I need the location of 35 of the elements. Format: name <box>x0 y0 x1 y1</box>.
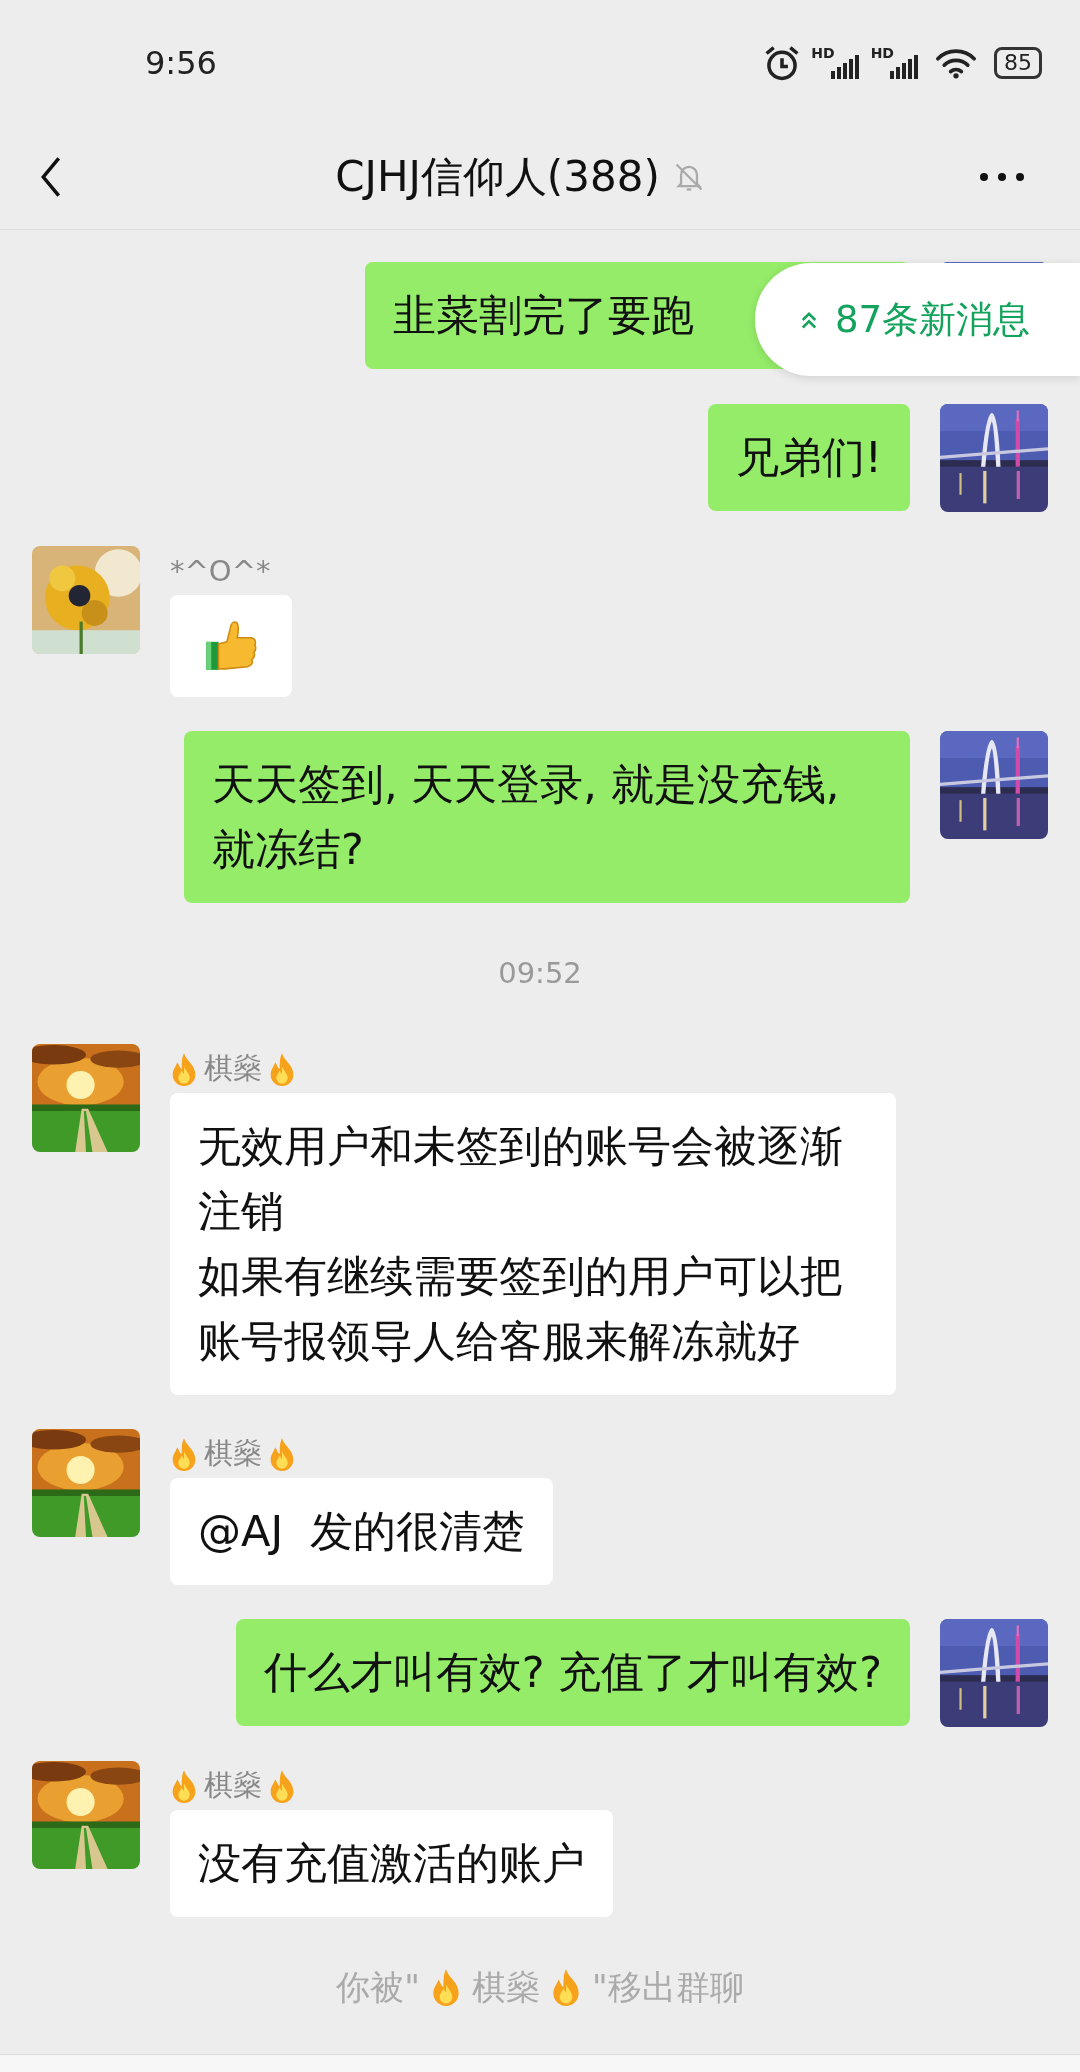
flame-icon <box>430 1968 462 2006</box>
flame-icon <box>268 1768 296 1803</box>
sender-name: 棋燊 <box>204 1049 262 1087</box>
timestamp: 09:52 <box>498 955 582 992</box>
network-type-label: HD <box>870 44 894 61</box>
message-text: 没有充值激活的账户 <box>198 1837 585 1890</box>
network-type-label: HD <box>811 44 835 61</box>
message-text: 兄弟们! <box>735 431 882 484</box>
new-messages-button[interactable]: 87条新消息 <box>755 263 1080 376</box>
message-text: 天天签到, 天天登录, 就是没充钱, 就冻结? <box>212 758 841 876</box>
status-time: 9:56 <box>145 43 217 82</box>
system-notice-text: "移出群聊 <box>592 1966 744 2009</box>
flame-icon <box>268 1436 296 1471</box>
flame-icon <box>268 1051 296 1086</box>
sender-name: *^O^* <box>170 553 271 588</box>
back-icon[interactable] <box>40 155 62 199</box>
message-text: 什么才叫有效? 充值了才叫有效? <box>263 1646 882 1699</box>
system-notice-text: 你被" <box>336 1966 420 2009</box>
flame-icon <box>170 1768 198 1803</box>
wifi-icon <box>934 46 978 79</box>
message-text: 如果有继续需要签到的用户可以把账号报领导人给客服来解冻就好 <box>198 1250 844 1368</box>
double-chevron-icon <box>799 309 819 330</box>
system-notice-text: 棋燊 <box>472 1966 540 2009</box>
flame-icon <box>170 1436 198 1471</box>
more-icon[interactable] <box>979 172 1025 182</box>
flame-icon <box>550 1968 582 2006</box>
sender-name: 棋燊 <box>204 1766 262 1804</box>
thumbs-up-icon <box>204 619 258 673</box>
message-text: 无效用户和未签到的账号会被逐渐注销 <box>198 1120 844 1238</box>
flame-icon <box>170 1051 198 1086</box>
battery-indicator: 85 <box>994 46 1042 79</box>
chat-title: CJHJ信仰人(388) <box>335 151 660 203</box>
message-text: @AJ 发的很清楚 <box>198 1505 526 1558</box>
message-text: 韭菜割完了要跑 <box>393 289 694 342</box>
sender-name: 棋燊 <box>204 1434 262 1472</box>
